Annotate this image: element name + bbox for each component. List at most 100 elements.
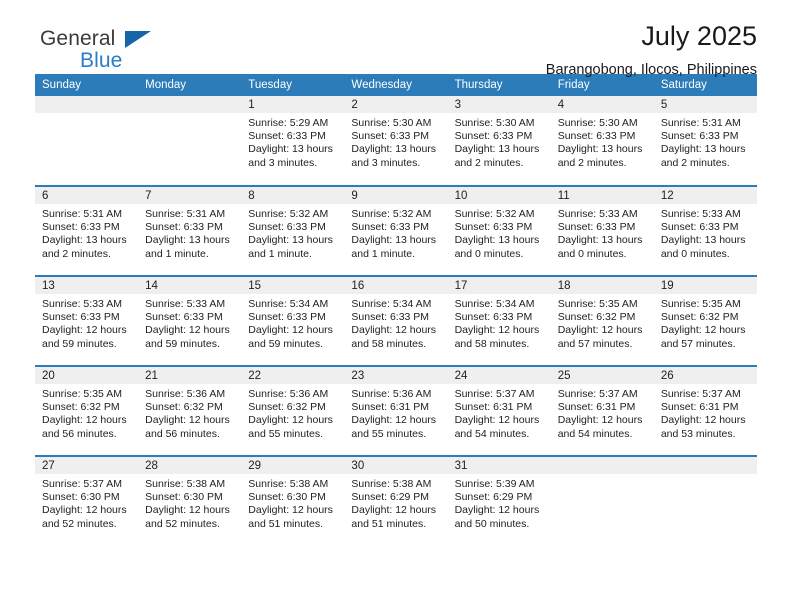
logo-general-label: General (40, 27, 116, 50)
calendar-day-cell[interactable]: 22 Sunrise: 5:36 AM Sunset: 6:32 PM Dayligh… (241, 365, 345, 456)
sunset-text: Sunset: 6:33 PM (42, 311, 120, 324)
daylight-text-line1: Daylight: 13 hours (351, 143, 437, 156)
sunset-text: Sunset: 6:33 PM (660, 221, 739, 234)
weekday-header-thursday: Thursday (447, 74, 551, 96)
calendar-day-cell[interactable]: 14 Sunrise: 5:33 AM Sunset: 6:33 PM Dayligh… (138, 275, 242, 366)
calendar-day-cell[interactable]: 1 Sunrise: 5:29 AM Sunset: 6:33 PM Daylight… (241, 96, 345, 186)
calendar-empty-cell (138, 96, 242, 186)
calendar-day-cell[interactable]: 6 Sunrise: 5:31 AM Sunset: 6:33 PM Daylight… (35, 185, 139, 276)
logo-triangle-icon (125, 31, 151, 48)
day-details: Sunrise: 5:32 AM Sunset: 6:33 PM Daylight:… (344, 204, 447, 261)
daylight-text-line2: and 55 minutes. (351, 427, 427, 440)
day-details: Sunrise: 5:38 AM Sunset: 6:29 PM Daylight:… (344, 474, 447, 531)
calendar-day-cell[interactable]: 28 Sunrise: 5:38 AM Sunset: 6:30 PM Dayligh… (138, 455, 242, 546)
general-blue-logo[interactable]: General Blue (40, 27, 151, 72)
calendar-day-cell[interactable]: 2 Sunrise: 5:30 AM Sunset: 6:33 PM Daylight… (344, 96, 448, 186)
calendar-day-cell[interactable]: 25 Sunrise: 5:37 AM Sunset: 6:31 PM Dayligh… (550, 365, 654, 456)
calendar-day-cell[interactable]: 19 Sunrise: 5:35 AM Sunset: 6:32 PM Dayligh… (653, 275, 757, 366)
daylight-text-line1: Daylight: 13 hours (660, 143, 746, 156)
daylight-text-line1: Daylight: 12 hours (248, 324, 333, 337)
page-subtitle: Barangobong, Ilocos, Philippines (545, 61, 757, 78)
day-number: 20 (35, 367, 139, 384)
daylight-text-line2: and 59 minutes. (145, 337, 220, 350)
day-number: 4 (550, 96, 654, 113)
day-number: 1 (241, 96, 345, 113)
calendar-week-row: 27 Sunrise: 5:37 AM Sunset: 6:30 PM Dayligh… (35, 455, 757, 546)
calendar-week-row: 20 Sunrise: 5:35 AM Sunset: 6:32 PM Dayligh… (35, 365, 757, 456)
daylight-text-line1: Daylight: 13 hours (557, 234, 643, 247)
sunset-text: Sunset: 6:31 PM (454, 401, 533, 414)
calendar-day-cell[interactable]: 18 Sunrise: 5:35 AM Sunset: 6:32 PM Dayligh… (550, 275, 654, 366)
day-details: Sunrise: 5:36 AM Sunset: 6:32 PM Daylight:… (138, 384, 241, 441)
day-number: 29 (241, 457, 345, 474)
day-number: 12 (653, 187, 757, 204)
daylight-text-line1: Daylight: 12 hours (557, 414, 643, 427)
calendar-day-cell[interactable]: 29 Sunrise: 5:38 AM Sunset: 6:30 PM Dayligh… (241, 455, 345, 546)
calendar-page: General Blue July 2025 Barangobong, Iloc… (0, 0, 792, 612)
logo-blue-label: Blue (80, 49, 123, 72)
sunset-text: Sunset: 6:33 PM (454, 221, 533, 234)
sunrise-text: Sunrise: 5:30 AM (351, 117, 432, 129)
calendar-day-cell[interactable]: 24 Sunrise: 5:37 AM Sunset: 6:31 PM Dayligh… (447, 365, 551, 456)
daylight-text-line1: Daylight: 12 hours (557, 324, 643, 337)
daylight-text-line2: and 2 minutes. (454, 156, 524, 169)
daylight-text-line1: Daylight: 13 hours (454, 234, 540, 247)
sunset-text: Sunset: 6:32 PM (248, 401, 326, 414)
calendar-day-cell[interactable]: 10 Sunrise: 5:32 AM Sunset: 6:33 PM Dayligh… (447, 185, 551, 276)
calendar-day-cell[interactable]: 20 Sunrise: 5:35 AM Sunset: 6:32 PM Dayligh… (35, 365, 139, 456)
calendar-week-row: 6 Sunrise: 5:31 AM Sunset: 6:33 PM Daylight… (35, 185, 757, 276)
calendar-day-cell[interactable]: 17 Sunrise: 5:34 AM Sunset: 6:33 PM Dayligh… (447, 275, 551, 366)
day-details: Sunrise: 5:37 AM Sunset: 6:31 PM Daylight:… (551, 384, 654, 441)
sunset-text: Sunset: 6:33 PM (351, 311, 430, 324)
sunrise-text: Sunrise: 5:36 AM (145, 388, 226, 400)
calendar-day-cell[interactable]: 26 Sunrise: 5:37 AM Sunset: 6:31 PM Dayligh… (653, 365, 757, 456)
daylight-text-line2: and 51 minutes. (351, 517, 427, 530)
day-number: 23 (344, 367, 448, 384)
calendar-day-cell[interactable]: 8 Sunrise: 5:32 AM Sunset: 6:33 PM Daylight… (241, 185, 345, 276)
sunrise-text: Sunrise: 5:37 AM (557, 388, 638, 400)
logo-text-general: General (40, 27, 151, 50)
calendar-day-cell[interactable]: 3 Sunrise: 5:30 AM Sunset: 6:33 PM Daylight… (447, 96, 551, 186)
calendar-day-cell[interactable]: 15 Sunrise: 5:34 AM Sunset: 6:33 PM Dayligh… (241, 275, 345, 366)
calendar-day-cell[interactable]: 9 Sunrise: 5:32 AM Sunset: 6:33 PM Daylight… (344, 185, 448, 276)
calendar-day-cell[interactable]: 27 Sunrise: 5:37 AM Sunset: 6:30 PM Dayligh… (35, 455, 139, 546)
day-number: 15 (241, 277, 345, 294)
sunset-text: Sunset: 6:32 PM (557, 311, 636, 324)
daylight-text-line1: Daylight: 13 hours (42, 234, 127, 247)
calendar-day-cell[interactable]: 12 Sunrise: 5:33 AM Sunset: 6:33 PM Dayligh… (653, 185, 757, 276)
daylight-text-line2: and 56 minutes. (145, 427, 220, 440)
day-details: Sunrise: 5:31 AM Sunset: 6:33 PM Daylight:… (35, 204, 138, 261)
calendar-day-cell[interactable]: 23 Sunrise: 5:36 AM Sunset: 6:31 PM Dayligh… (344, 365, 448, 456)
weekday-header-tuesday: Tuesday (241, 74, 345, 96)
calendar-day-cell[interactable]: 16 Sunrise: 5:34 AM Sunset: 6:33 PM Dayligh… (344, 275, 448, 366)
daylight-text-line1: Daylight: 12 hours (42, 504, 127, 517)
calendar-day-cell[interactable]: 4 Sunrise: 5:30 AM Sunset: 6:33 PM Daylight… (550, 96, 654, 186)
day-number: 16 (344, 277, 448, 294)
daylight-text-line2: and 51 minutes. (248, 517, 323, 530)
calendar-week-row: 1 Sunrise: 5:29 AM Sunset: 6:33 PM Daylight… (35, 96, 757, 186)
sunrise-text: Sunrise: 5:37 AM (42, 478, 122, 490)
calendar-day-cell[interactable]: 5 Sunrise: 5:31 AM Sunset: 6:33 PM Daylight… (653, 96, 757, 186)
calendar-day-cell[interactable]: 31 Sunrise: 5:39 AM Sunset: 6:29 PM Dayligh… (447, 455, 551, 546)
sunset-text: Sunset: 6:33 PM (248, 221, 326, 234)
calendar-day-cell[interactable]: 13 Sunrise: 5:33 AM Sunset: 6:33 PM Dayligh… (35, 275, 139, 366)
daylight-text-line2: and 53 minutes. (660, 427, 736, 440)
day-details: Sunrise: 5:29 AM Sunset: 6:33 PM Daylight:… (241, 113, 344, 170)
sunset-text: Sunset: 6:30 PM (42, 491, 120, 504)
daylight-text-line2: and 0 minutes. (660, 247, 730, 260)
day-details: Sunrise: 5:36 AM Sunset: 6:31 PM Daylight:… (344, 384, 447, 441)
calendar-day-cell[interactable]: 11 Sunrise: 5:33 AM Sunset: 6:33 PM Dayligh… (550, 185, 654, 276)
daylight-text-line1: Daylight: 13 hours (351, 234, 437, 247)
day-number (550, 457, 654, 474)
sunrise-text: Sunrise: 5:31 AM (42, 208, 122, 220)
calendar-day-cell[interactable]: 21 Sunrise: 5:36 AM Sunset: 6:32 PM Dayligh… (138, 365, 242, 456)
weekday-header-wednesday: Wednesday (344, 74, 448, 96)
daylight-text-line1: Daylight: 12 hours (42, 414, 127, 427)
day-number: 19 (653, 277, 757, 294)
calendar-day-cell[interactable]: 7 Sunrise: 5:31 AM Sunset: 6:33 PM Daylight… (138, 185, 242, 276)
calendar-empty-cell (550, 455, 654, 546)
daylight-text-line2: and 0 minutes. (454, 247, 524, 260)
calendar-day-cell[interactable]: 30 Sunrise: 5:38 AM Sunset: 6:29 PM Dayligh… (344, 455, 448, 546)
day-details: Sunrise: 5:35 AM Sunset: 6:32 PM Daylight:… (551, 294, 654, 351)
daylight-text-line1: Daylight: 12 hours (351, 324, 437, 337)
